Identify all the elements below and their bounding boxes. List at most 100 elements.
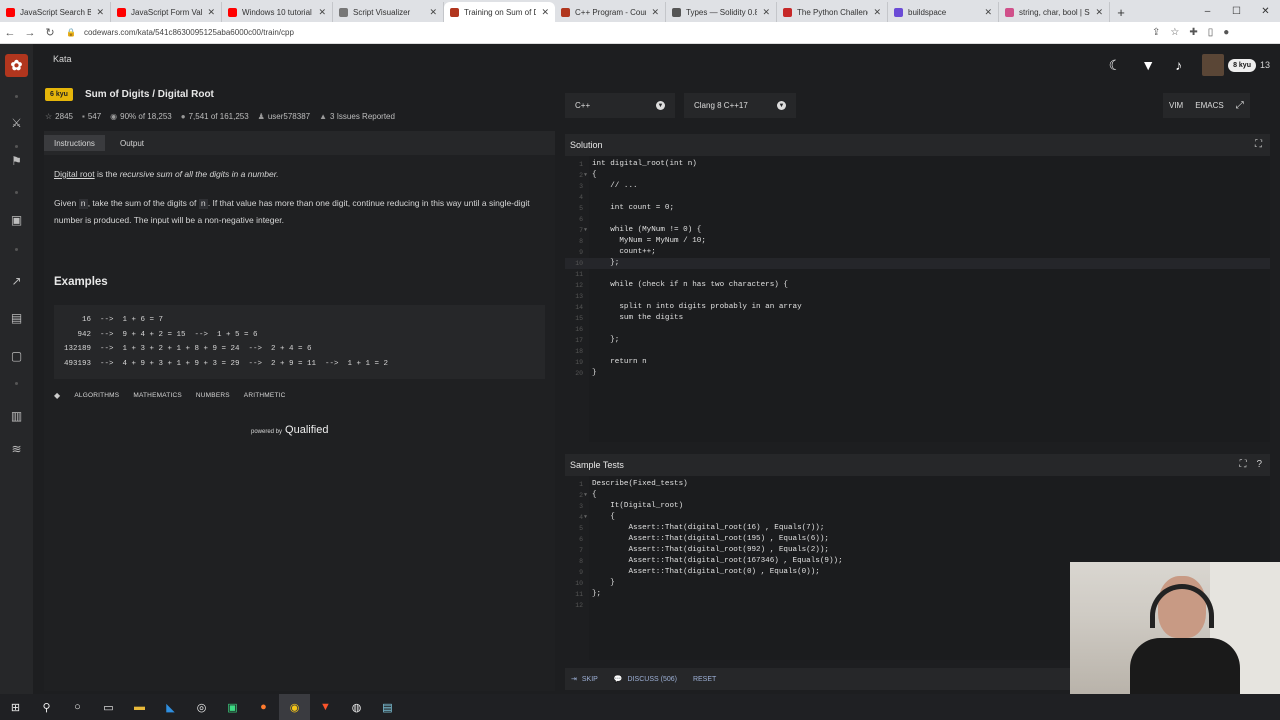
stars-stat[interactable]: ☆ 2845	[45, 112, 73, 121]
example-line: 16 --> 1 + 6 = 7	[64, 316, 164, 324]
codewars-logo-icon[interactable]: ✿	[5, 54, 28, 77]
sidebar-icon[interactable]: ▯	[1208, 27, 1214, 38]
reset-button[interactable]: RESET	[693, 676, 716, 683]
code-text: sum the digits	[592, 314, 684, 322]
profile-icon[interactable]: ●	[1223, 27, 1229, 38]
language-select[interactable]: C++ ▼	[565, 93, 675, 118]
browser-tab[interactable]: C++ Program - Coun ✕	[555, 2, 666, 22]
browser-tab[interactable]: Script Visualizer ✕	[333, 2, 444, 22]
kata-tag[interactable]: ARITHMETIC	[244, 392, 286, 399]
leaderboard-icon[interactable]: ↗	[8, 274, 25, 288]
kata-tag[interactable]: ALGORITHMS	[74, 392, 119, 399]
fold-arrow-icon[interactable]: ▼	[584, 512, 587, 523]
close-tab-icon[interactable]: ✕	[762, 7, 770, 18]
close-tab-icon[interactable]: ✕	[873, 7, 881, 18]
task-view-icon[interactable]: ▭	[93, 694, 124, 720]
discuss-icon[interactable]: ▢	[8, 349, 25, 363]
code-line: 5 Assert::That(digital_root(16) , Equals…	[565, 523, 1270, 534]
extensions-icon[interactable]: ✚	[1189, 27, 1197, 38]
version-select[interactable]: Clang 8 C++17 ▼	[684, 93, 796, 118]
docs-icon[interactable]: ▥	[8, 409, 25, 423]
browser-tab[interactable]: Windows 10 tutorial ✕	[222, 2, 333, 22]
line-number: 20	[575, 370, 583, 377]
browser-tab[interactable]: Training on Sum of D ✕	[444, 2, 555, 22]
windows-start-icon[interactable]: ⊞	[0, 694, 31, 720]
issues-stat[interactable]: ▲ 3 Issues Reported	[319, 112, 395, 121]
chat-icon[interactable]: ▤	[8, 311, 25, 325]
line-number: 16	[575, 326, 583, 333]
fold-arrow-icon[interactable]: ▼	[584, 490, 587, 501]
bookmark-icon[interactable]: ▼	[1141, 57, 1155, 73]
discuss-icon: 💬	[613, 676, 623, 683]
practice-icon[interactable]: ⚑	[8, 154, 25, 168]
digital-root-link[interactable]: Digital root	[54, 169, 95, 179]
cortana-icon[interactable]: ○	[62, 694, 93, 720]
kata-tag[interactable]: MATHEMATICS	[133, 392, 182, 399]
emacs-mode-button[interactable]: EMACS	[1189, 93, 1229, 118]
file-explorer-icon[interactable]: ▬	[124, 694, 155, 720]
kata-nav-link[interactable]: Kata	[53, 54, 72, 64]
browser-tab[interactable]: buildspace ✕	[888, 2, 999, 22]
browser-tab[interactable]: JavaScript Search Ba ✕	[0, 2, 111, 22]
tab-favicon-icon	[783, 7, 792, 17]
notifications-bell-icon[interactable]: ♪	[1175, 57, 1182, 73]
vscode-icon[interactable]: ◣	[155, 694, 186, 720]
close-tab-icon[interactable]: ✕	[96, 7, 104, 18]
fold-arrow-icon[interactable]: ▼	[584, 225, 587, 236]
browser-tab[interactable]: Types — Solidity 0.8 ✕	[666, 2, 777, 22]
browser-tab[interactable]: string, char, bool | Sc ✕	[999, 2, 1110, 22]
close-tab-icon[interactable]: ✕	[541, 7, 549, 18]
qualified-logo[interactable]: Qualified	[285, 424, 328, 436]
fullscreen-icon[interactable]: ⤢	[1230, 93, 1250, 118]
training-icon[interactable]: ⚔	[8, 116, 25, 130]
code-text: };	[592, 590, 602, 598]
close-tab-icon[interactable]: ✕	[1095, 7, 1103, 18]
close-tab-icon[interactable]: ✕	[984, 7, 992, 18]
kata-tag[interactable]: NUMBERS	[196, 392, 230, 399]
expand-icon[interactable]: ⛶	[1255, 139, 1262, 150]
close-tab-icon[interactable]: ✕	[651, 7, 659, 18]
forward-icon[interactable]: →	[20, 23, 40, 43]
url-field[interactable]: 🔒 codewars.com/kata/541c8630095125aba600…	[66, 24, 1146, 42]
fold-arrow-icon[interactable]: ▼	[584, 170, 587, 181]
rss-icon[interactable]: ≋	[8, 442, 25, 456]
discuss-button[interactable]: 💬 DISCUSS (506)	[613, 675, 677, 684]
author-stat[interactable]: ♟ user578387	[258, 112, 310, 121]
user-menu[interactable]: 8 kyu 13	[1202, 54, 1270, 76]
expand-icon[interactable]: ⛶	[1239, 459, 1246, 470]
solution-code-area[interactable]: 1 int digital_root(int n) 2 ▼{3 // ... 4 5 in…	[565, 156, 1270, 442]
briefcase-icon[interactable]: ▣	[8, 213, 25, 227]
back-icon[interactable]: ←	[0, 23, 20, 43]
line-number: 1	[579, 481, 583, 488]
share-icon[interactable]: ⇪	[1152, 27, 1160, 38]
notepad-icon[interactable]: ▤	[372, 694, 403, 720]
minimize-icon[interactable]: –	[1193, 0, 1222, 22]
mail-icon[interactable]: ◍	[341, 694, 372, 720]
dark-mode-moon-icon[interactable]: ☾	[1109, 57, 1122, 74]
code-line: 13	[565, 291, 1270, 302]
reload-icon[interactable]: ↻	[40, 23, 60, 43]
kata-title[interactable]: Sum of Digits / Digital Root	[85, 89, 214, 100]
browser-tab[interactable]: The Python Challeng ✕	[777, 2, 888, 22]
firefox-icon[interactable]: ●	[248, 694, 279, 720]
bookmark-star-icon[interactable]: ☆	[1170, 27, 1179, 38]
new-tab-button[interactable]: +	[1110, 2, 1132, 22]
chrome-icon[interactable]: ◉	[279, 694, 310, 720]
tab-instructions[interactable]: Instructions	[44, 135, 105, 151]
browser-tab[interactable]: JavaScript Form Valid ✕	[111, 2, 222, 22]
line-number: 18	[575, 348, 583, 355]
close-window-icon[interactable]: ✕	[1251, 0, 1280, 22]
search-icon[interactable]: ⚲	[31, 694, 62, 720]
close-tab-icon[interactable]: ✕	[318, 7, 326, 18]
tab-output[interactable]: Output	[110, 135, 154, 151]
obs-icon[interactable]: ◎	[186, 694, 217, 720]
skip-button[interactable]: ⇥ SKIP	[571, 675, 598, 684]
tab-favicon-icon	[339, 7, 348, 17]
help-icon[interactable]: ?	[1256, 459, 1262, 470]
close-tab-icon[interactable]: ✕	[429, 7, 437, 18]
pycharm-icon[interactable]: ▣	[217, 694, 248, 720]
brave-icon[interactable]: ▼	[310, 694, 341, 720]
close-tab-icon[interactable]: ✕	[207, 7, 215, 18]
maximize-icon[interactable]: ☐	[1222, 0, 1251, 22]
vim-mode-button[interactable]: VIM	[1163, 93, 1189, 118]
